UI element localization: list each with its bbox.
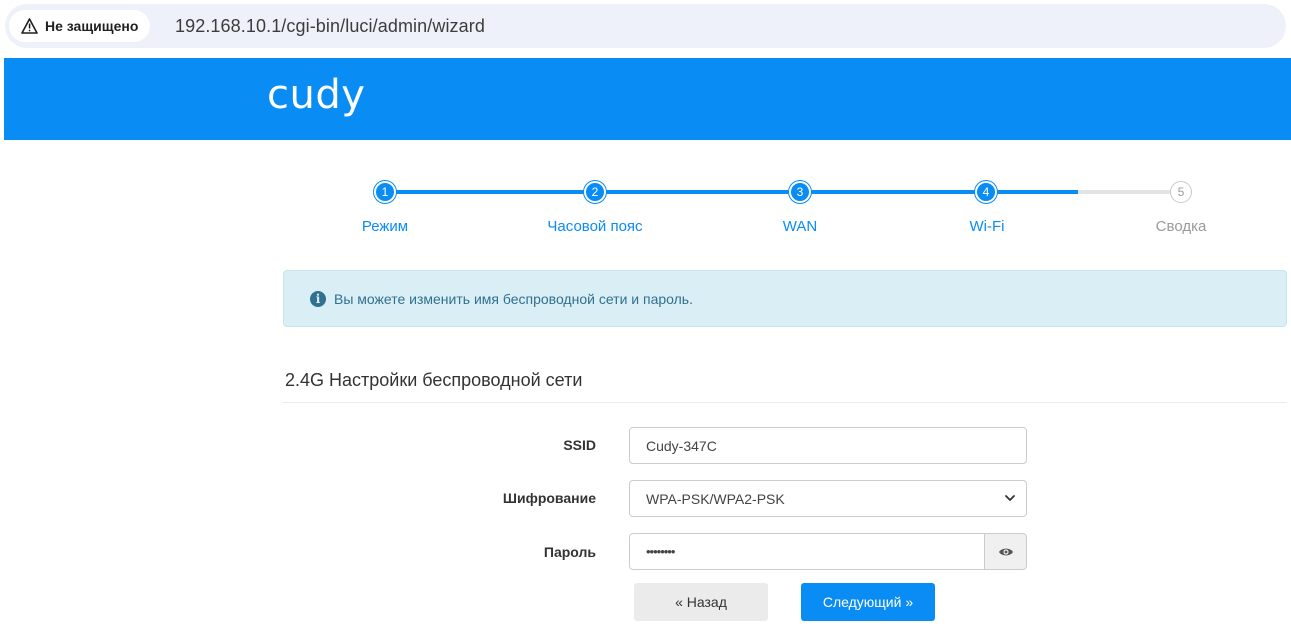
section-title: 2.4G Настройки беспроводной сети — [285, 370, 583, 390]
step-3-label: WAN — [782, 218, 818, 235]
cudy-logo: cudy — [267, 72, 366, 118]
alert-text: Вы можете изменить имя беспроводной сети… — [334, 290, 693, 307]
ssid-input[interactable]: Cudy-347C — [629, 427, 1027, 464]
chevron-down-icon — [1005, 495, 1015, 501]
back-button[interactable]: « Назад — [634, 583, 768, 621]
password-input[interactable]: •••••••• — [629, 533, 985, 570]
step-5-dot: 5 — [1170, 181, 1192, 203]
browser-address-bar: Не защищено 192.168.10.1/cgi-bin/luci/ad… — [0, 0, 1291, 52]
brand-header: cudy — [4, 58, 1291, 140]
password-label: Пароль — [543, 544, 596, 560]
progress-track-todo — [1078, 190, 1181, 194]
step-1-label: Режим — [361, 218, 409, 235]
eye-icon — [998, 548, 1013, 555]
info-icon: i — [310, 290, 326, 307]
next-button[interactable]: Следующий » — [801, 583, 935, 621]
ssid-label: SSID — [563, 437, 596, 453]
password-value: •••••••• — [646, 544, 675, 559]
wizard-stepper: 1 2 3 4 5 Режим Часовой пояс WAN Wi-Fi С… — [283, 180, 1287, 244]
show-password-button[interactable] — [984, 533, 1027, 570]
security-label: Не защищено — [45, 18, 139, 34]
omnibox[interactable]: Не защищено 192.168.10.1/cgi-bin/luci/ad… — [5, 4, 1286, 48]
section-divider — [283, 402, 1287, 403]
url-text[interactable]: 192.168.10.1/cgi-bin/luci/admin/wizard — [175, 16, 485, 37]
step-3-dot: 3 — [789, 181, 811, 203]
ssid-value: Cudy-347C — [646, 437, 717, 454]
step-1-dot: 1 — [374, 181, 396, 203]
encryption-select[interactable]: WPA-PSK/WPA2-PSK — [629, 480, 1027, 517]
encryption-label: Шифрование — [502, 490, 596, 506]
info-alert: i Вы можете изменить имя беспроводной се… — [283, 270, 1287, 327]
warning-icon — [21, 18, 38, 34]
step-4-dot: 4 — [975, 181, 997, 203]
step-2-label: Часовой пояс — [547, 218, 643, 235]
step-2-dot: 2 — [584, 181, 606, 203]
security-chip[interactable]: Не защищено — [9, 10, 151, 42]
encryption-value: WPA-PSK/WPA2-PSK — [646, 490, 785, 507]
step-5-label: Сводка — [1155, 218, 1207, 235]
step-4-label: Wi-Fi — [969, 218, 1005, 235]
